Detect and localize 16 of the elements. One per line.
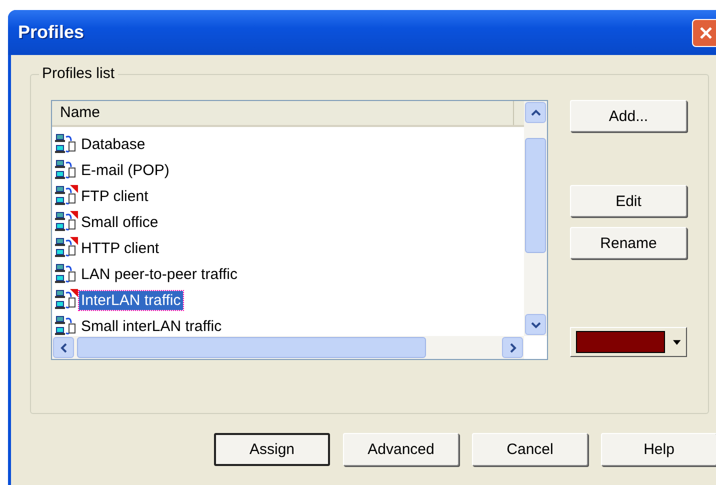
window-title: Profiles	[18, 22, 84, 43]
dialog-button[interactable]: Assign	[214, 433, 330, 466]
list-item[interactable]: HTTP client	[79, 238, 162, 258]
list-item[interactable]: Small office	[79, 212, 160, 232]
list-item[interactable]: Database	[79, 134, 148, 154]
dialog-button[interactable]: Help	[601, 433, 716, 466]
dialog-button[interactable]: Cancel	[472, 433, 588, 466]
list-item[interactable]: Small interLAN traffic	[79, 316, 224, 336]
side-button[interactable]: Add...	[570, 100, 687, 132]
list-item[interactable]: LAN peer-to-peer traffic	[79, 264, 240, 284]
list-item[interactable]: E-mail (POP)	[79, 160, 172, 180]
list-item[interactable]: InterLAN traffic	[79, 290, 183, 310]
side-button[interactable]: Rename	[570, 227, 687, 259]
list-item[interactable]: FTP client	[79, 186, 150, 206]
side-button[interactable]: Edit	[570, 185, 687, 217]
dialog-button[interactable]: Advanced	[343, 433, 459, 466]
